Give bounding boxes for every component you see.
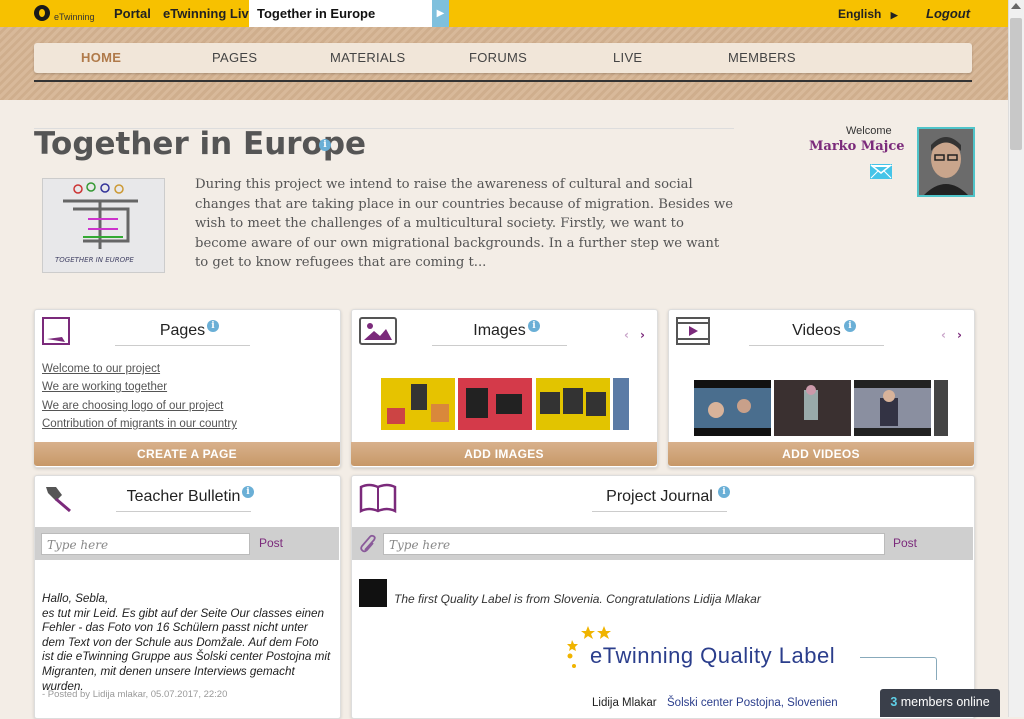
journal-title: Project Journal <box>606 488 713 505</box>
bulletin-message: Hallo, Sebla, es tut mir Leid. Es gibt a… <box>42 592 331 693</box>
etwinning-logo-icon <box>34 5 50 21</box>
quality-label-author: Lidija Mlakar <box>592 697 657 709</box>
title-info-icon[interactable]: i <box>319 139 331 151</box>
pin-icon <box>42 483 72 513</box>
scroll-thumb[interactable] <box>1010 18 1022 150</box>
nav-home[interactable]: HOME <box>81 50 121 65</box>
language-selector[interactable]: English ▶ <box>838 7 898 21</box>
page-link-welcome[interactable]: Welcome to our project <box>42 363 160 375</box>
videos-title: Videos <box>792 322 841 339</box>
members-online-count: 3 <box>890 695 898 709</box>
create-page-button[interactable]: CREATE A PAGE <box>34 442 340 466</box>
journal-entry-thumb[interactable] <box>359 579 387 607</box>
add-videos-button[interactable]: ADD VIDEOS <box>668 442 974 466</box>
images-next-icon[interactable]: › <box>640 328 645 342</box>
nav-members[interactable]: MEMBERS <box>728 50 796 65</box>
nav-pages[interactable]: PAGES <box>212 50 257 65</box>
add-images-button[interactable]: ADD IMAGES <box>351 442 657 466</box>
video-thumb[interactable] <box>694 380 771 436</box>
videos-info-icon[interactable]: i <box>844 320 856 332</box>
members-online-widget[interactable]: 3 members online <box>880 689 1000 717</box>
journal-entry: The first Quality Label is from Slovenia… <box>394 592 761 606</box>
bulletin-title: Teacher Bulletin <box>126 488 241 505</box>
nav-materials[interactable]: MATERIALS <box>330 50 405 65</box>
journal-input[interactable]: Type here <box>383 533 885 555</box>
project-logo-caption: TOGETHER IN EUROPE <box>55 256 134 264</box>
nav-live[interactable]: LIVE <box>613 50 642 65</box>
bulletin-meta: - Posted by Lidija mlakar, 05.07.2017, 2… <box>42 689 228 700</box>
portal-link[interactable]: Portal <box>114 6 151 21</box>
language-label: English <box>838 7 882 21</box>
image-thumb[interactable] <box>613 378 629 430</box>
paperclip-icon[interactable] <box>359 534 379 554</box>
pages-icon <box>42 317 70 345</box>
images-info-icon[interactable]: i <box>528 320 540 332</box>
page-link-logo[interactable]: We are choosing logo of our project <box>42 400 223 412</box>
avatar-photo <box>919 129 973 195</box>
scroll-up-icon[interactable] <box>1011 3 1021 9</box>
logo-text: eTwinning <box>54 12 95 22</box>
ql-frame-line <box>860 657 937 680</box>
user-name[interactable]: Marko Majce <box>809 139 905 154</box>
images-icon <box>359 317 397 345</box>
nav-forums[interactable]: FORUMS <box>469 50 527 65</box>
bulletin-title-underline <box>116 511 251 512</box>
avatar[interactable] <box>917 127 975 197</box>
mail-icon-glyph <box>870 164 892 179</box>
tab-arrow-icon[interactable]: ▶ <box>432 0 449 27</box>
images-prev-icon[interactable]: ‹ <box>624 328 629 342</box>
pages-title: Pages <box>159 322 206 339</box>
project-description: During this project we intend to raise t… <box>195 177 734 270</box>
logout-link[interactable]: Logout <box>926 6 970 21</box>
page-link-working[interactable]: We are working together <box>42 381 167 393</box>
project-tab[interactable]: Together in Europe <box>249 0 432 27</box>
bulletin-post-button[interactable]: Post <box>259 536 283 550</box>
project-title: Together in Europe <box>34 126 367 162</box>
welcome-label: Welcome <box>846 125 892 137</box>
journal-title-underline <box>592 511 727 512</box>
video-thumb[interactable] <box>854 380 931 436</box>
images-title-underline <box>432 345 567 346</box>
bulletin-info-icon[interactable]: i <box>242 486 254 498</box>
project-logo-image: TOGETHER IN EUROPE <box>42 178 165 273</box>
mail-icon[interactable] <box>870 164 892 179</box>
image-thumb[interactable] <box>381 378 455 430</box>
pages-title-underline <box>115 345 250 346</box>
etwinning-logo[interactable]: eTwinning <box>34 4 98 24</box>
page-link-migrants[interactable]: Contribution of migrants in our country <box>42 418 237 430</box>
language-arrow-icon: ▶ <box>890 10 898 20</box>
video-thumb[interactable] <box>774 380 851 436</box>
video-thumb[interactable] <box>934 380 948 436</box>
image-thumb[interactable] <box>536 378 610 430</box>
images-title: Images <box>473 322 526 339</box>
journal-post-button[interactable]: Post <box>893 536 917 550</box>
nav-divider <box>34 80 972 82</box>
bulletin-input[interactable]: Type here <box>41 533 250 555</box>
members-online-label: members online <box>900 695 990 709</box>
videos-title-underline <box>749 345 884 346</box>
quality-label-school: Šolski center Postojna, Slovenien <box>667 697 838 709</box>
videos-prev-icon[interactable]: ‹ <box>941 328 946 342</box>
quality-label-title: eTwinning Quality Label <box>590 643 836 668</box>
etwinning-live-link[interactable]: eTwinning Live <box>163 6 256 21</box>
book-icon <box>359 483 397 514</box>
videos-next-icon[interactable]: › <box>957 328 962 342</box>
pages-info-icon[interactable]: i <box>207 320 219 332</box>
videos-icon <box>676 317 710 345</box>
image-thumb[interactable] <box>458 378 532 430</box>
project-tab-label: Together in Europe <box>257 6 376 21</box>
journal-info-icon[interactable]: i <box>718 486 730 498</box>
